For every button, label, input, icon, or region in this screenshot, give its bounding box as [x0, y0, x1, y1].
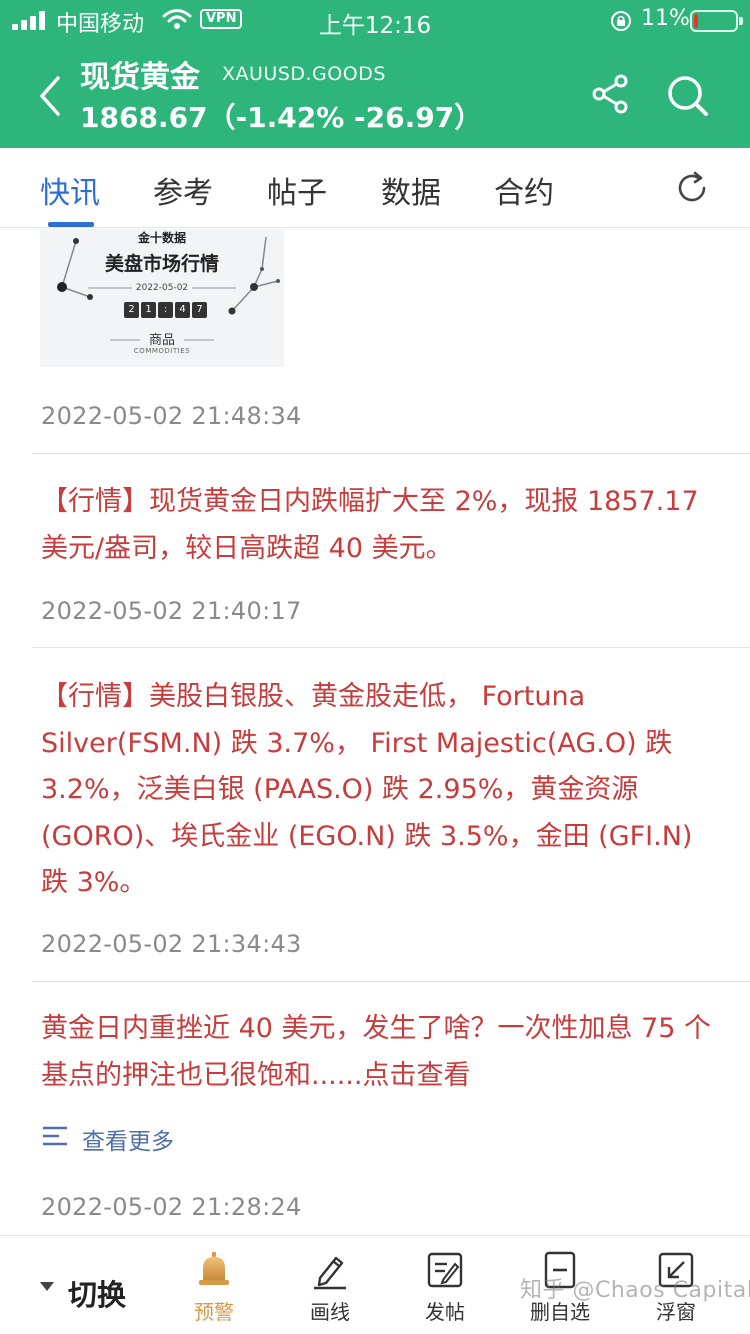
- rotation-lock-icon: [611, 11, 631, 31]
- battery-level: [694, 14, 698, 28]
- thumbnail-category-en: COMMODITIES: [133, 347, 191, 355]
- divider: [32, 453, 750, 454]
- tab-flash-news[interactable]: 快讯: [40, 168, 100, 212]
- tab-contract[interactable]: 合约: [494, 168, 554, 212]
- news-feed[interactable]: 金十数据 美盘市场行情 2022-05-02 21:47 商品 COMMODIT…: [0, 229, 750, 1235]
- share-icon[interactable]: [588, 72, 632, 116]
- list-icon: [43, 1126, 67, 1146]
- post-label: 发帖: [425, 1300, 465, 1324]
- news-item-text[interactable]: 黄金日内重挫近 40 美元，发生了啥？一次性加息 75 个基点的押注也已很饱和.…: [41, 1006, 721, 1099]
- alert-button[interactable]: 预警: [174, 1246, 254, 1332]
- divider: [32, 647, 750, 648]
- battery-percent: 11%: [641, 6, 690, 31]
- draw-line-label: 画线: [310, 1300, 350, 1324]
- search-icon[interactable]: [664, 72, 710, 118]
- compose-icon: [427, 1252, 463, 1288]
- refresh-icon[interactable]: [674, 170, 710, 206]
- back-icon[interactable]: [30, 74, 70, 118]
- watermark: 知乎 @Chaos Capital: [520, 1278, 750, 1303]
- thumbnail-title: 美盘市场行情: [104, 253, 219, 275]
- thumbnail-clock: 21:47: [124, 297, 209, 318]
- battery-icon: [690, 10, 743, 32]
- active-tab-indicator: [48, 222, 94, 227]
- pen-icon: [314, 1256, 346, 1290]
- page-title: 现货黄金: [80, 60, 200, 95]
- news-timestamp: 2022-05-02 21:28:24: [41, 1193, 302, 1221]
- tab-bar: 快讯 参考 帖子 数据 合约: [0, 148, 750, 228]
- divider: [32, 981, 750, 982]
- tab-reference[interactable]: 参考: [153, 168, 213, 212]
- clock: 上午12:16: [318, 13, 432, 39]
- symbol-code: XAUUSD.GOODS: [222, 63, 386, 85]
- tab-posts[interactable]: 帖子: [267, 168, 327, 212]
- news-item-text[interactable]: 【行情】美股白银股、黄金股走低， Fortuna Silver(FSM.N) 跌…: [41, 674, 721, 907]
- tab-data[interactable]: 数据: [381, 168, 441, 212]
- thumbnail-source: 金十数据: [137, 231, 186, 245]
- news-thumbnail[interactable]: 金十数据 美盘市场行情 2022-05-02 21:47 商品 COMMODIT…: [40, 229, 284, 367]
- bell-icon: [199, 1252, 229, 1285]
- news-item-text[interactable]: 【行情】现货黄金日内跌幅扩大至 2%，现报 1857.17 美元/盎司，较日高跌…: [41, 479, 721, 572]
- news-timestamp: 2022-05-02 21:34:43: [41, 930, 302, 958]
- news-timestamp: 2022-05-02 21:48:34: [41, 402, 302, 430]
- news-timestamp: 2022-05-02 21:40:17: [41, 597, 302, 625]
- switch-label: 切换: [68, 1278, 127, 1312]
- header: 中国移动 VPN 上午12:16 11% 现货黄金 XAUUSD.GOODS 1…: [0, 0, 750, 148]
- status-bar: 中国移动 VPN 上午12:16 11%: [0, 0, 750, 40]
- thumbnail-date: 2022-05-02: [135, 283, 189, 293]
- view-more-label: 查看更多: [82, 1129, 174, 1155]
- price-quote: 1868.67（-1.42% -26.97）: [80, 101, 483, 134]
- post-button[interactable]: 发帖: [405, 1246, 485, 1332]
- thumbnail-category: 商品: [148, 333, 175, 348]
- alert-label: 预警: [194, 1300, 234, 1324]
- draw-line-button[interactable]: 画线: [290, 1246, 370, 1332]
- caret-down-icon: [40, 1282, 54, 1291]
